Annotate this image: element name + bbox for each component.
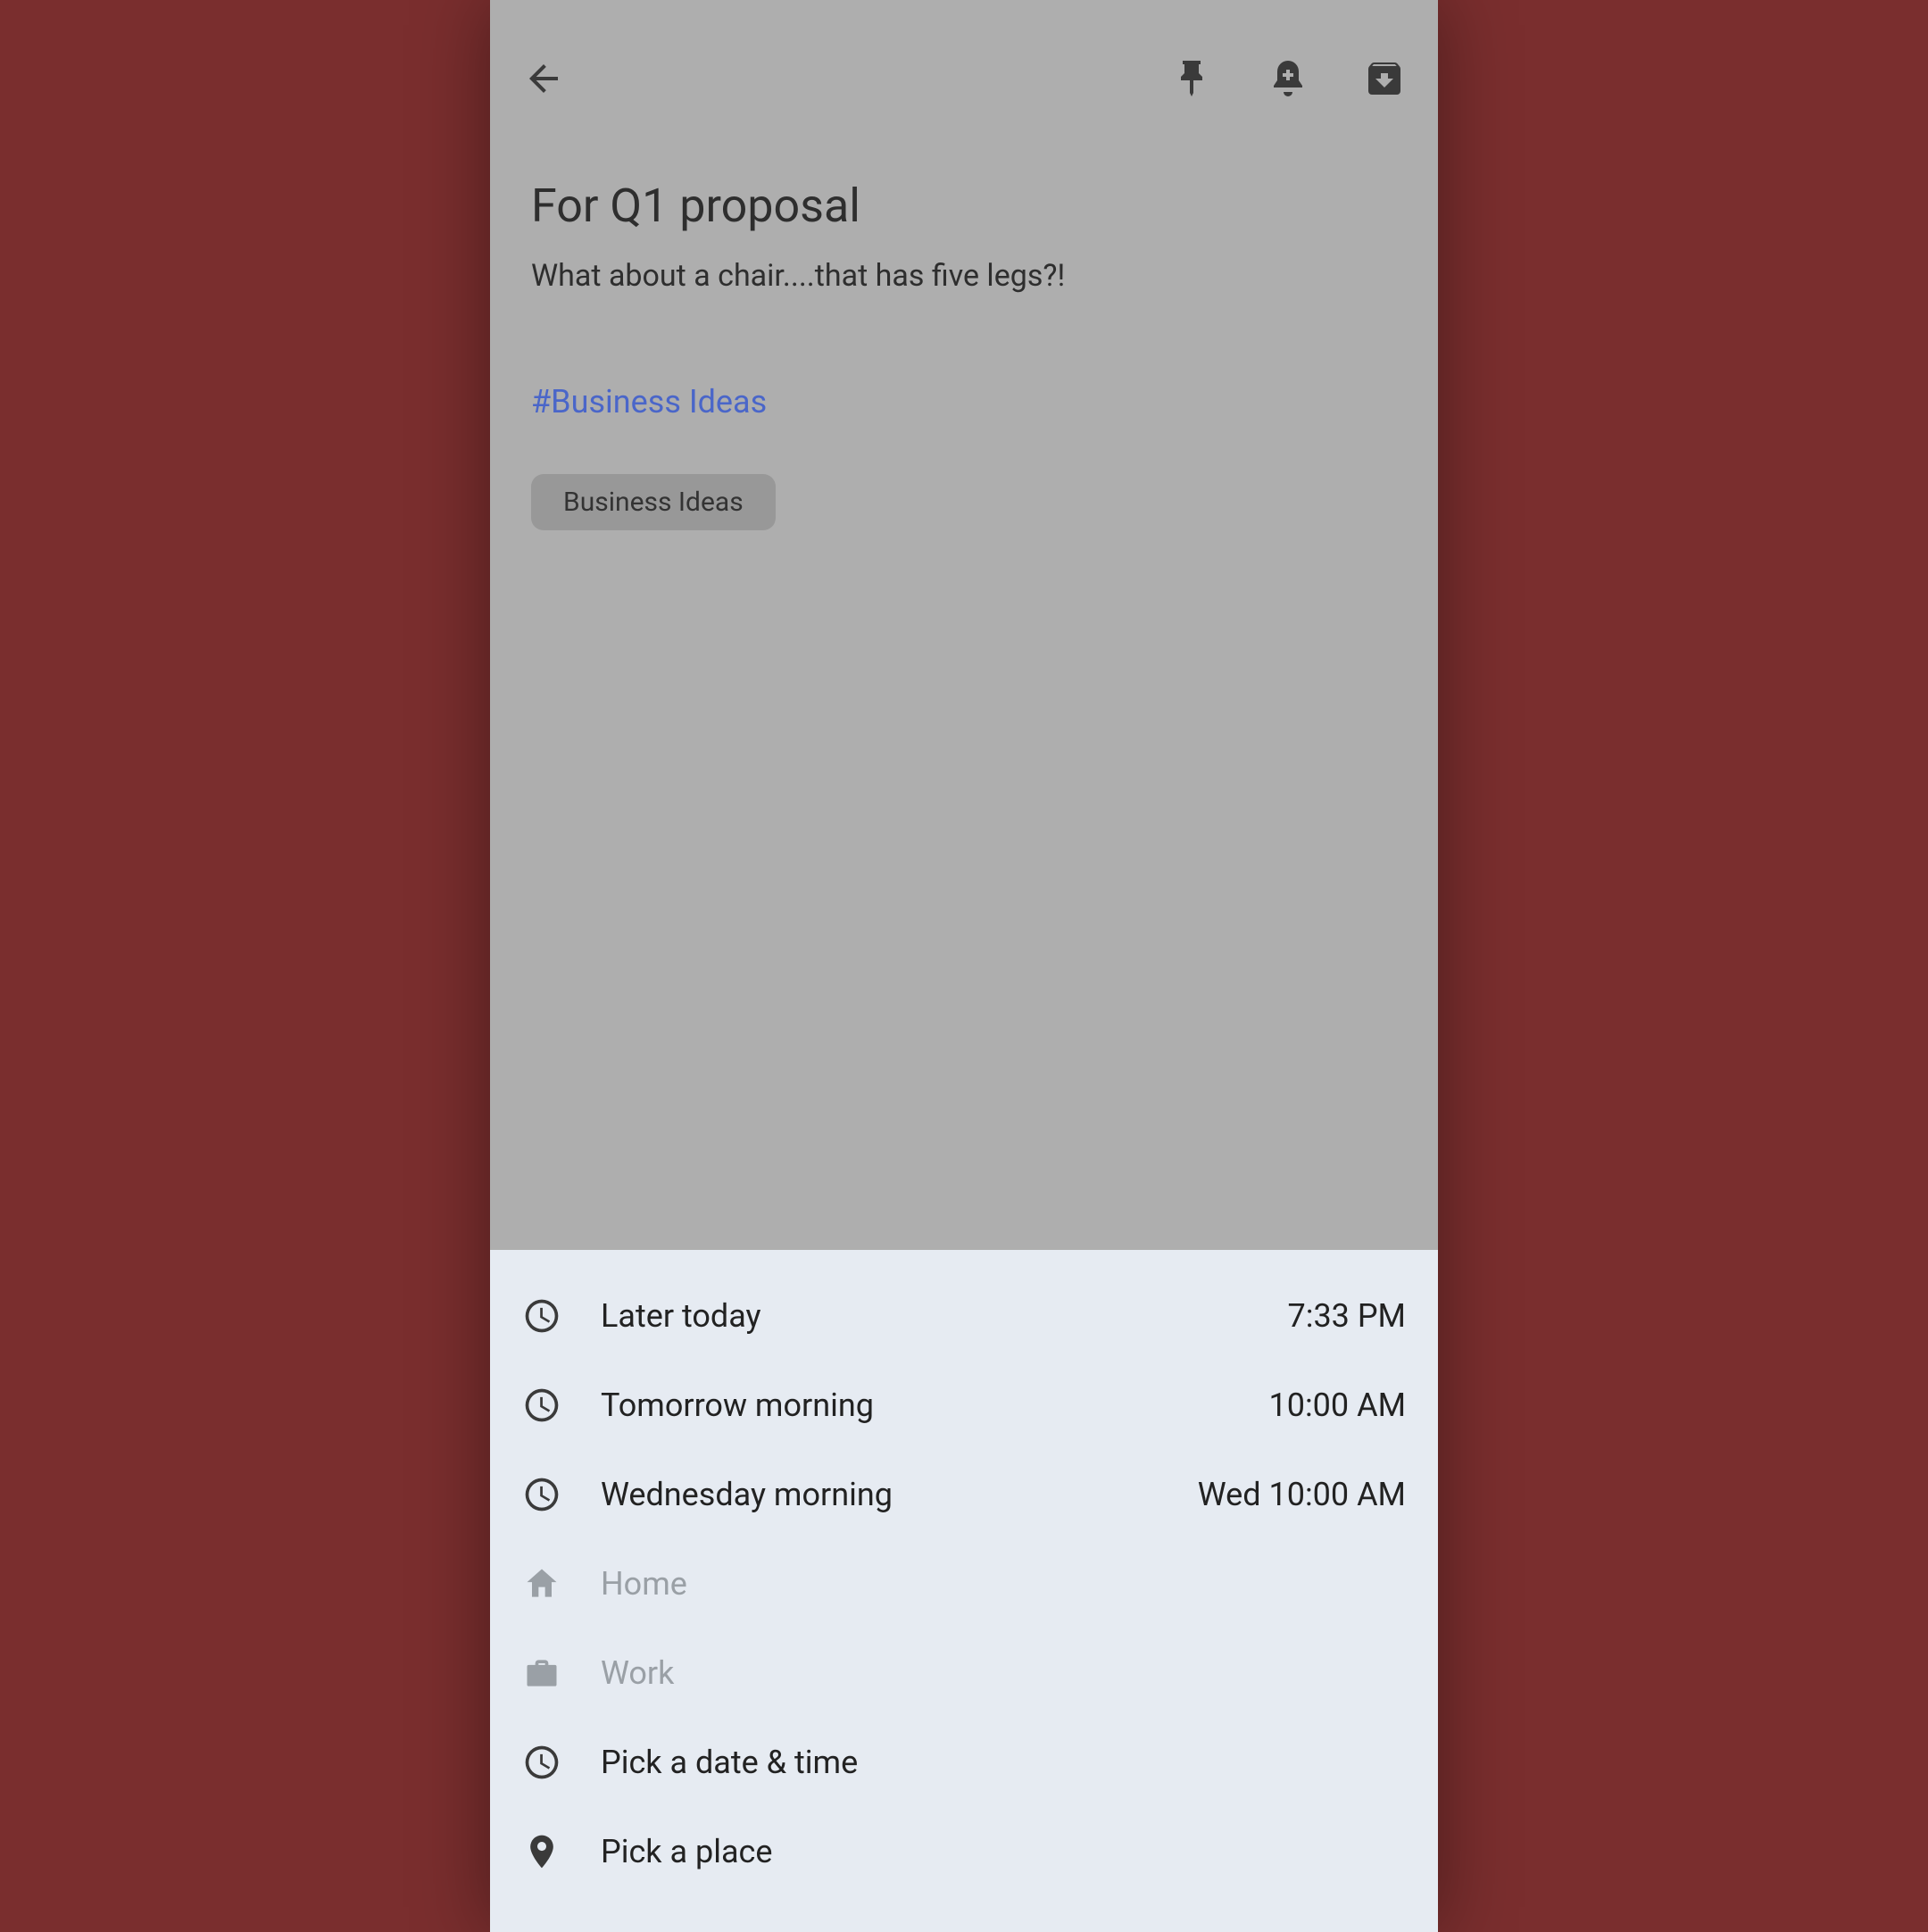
briefcase-icon <box>522 1653 561 1693</box>
reminder-option-home[interactable]: Home <box>490 1539 1438 1628</box>
clock-icon <box>522 1386 561 1425</box>
home-icon <box>522 1564 561 1603</box>
back-icon[interactable] <box>522 57 565 104</box>
note-body[interactable]: What about a chair....that has five legs… <box>531 258 1397 294</box>
option-label: Pick a date & time <box>601 1744 1406 1781</box>
option-time: 10:00 AM <box>1269 1387 1407 1424</box>
label-chip[interactable]: Business Ideas <box>531 474 776 530</box>
reminder-option-later-today[interactable]: Later today 7:33 PM <box>490 1271 1438 1361</box>
option-label: Wednesday morning <box>601 1476 1198 1513</box>
clock-icon <box>522 1743 561 1782</box>
option-label: Tomorrow morning <box>601 1387 1269 1424</box>
hashtag-link[interactable]: #Business Ideas <box>531 383 1397 421</box>
reminder-option-pick-date-time[interactable]: Pick a date & time <box>490 1718 1438 1807</box>
note-toolbar <box>490 0 1438 125</box>
device-frame: For Q1 proposal What about a chair....th… <box>490 0 1438 1932</box>
reminder-bell-icon[interactable] <box>1267 57 1309 104</box>
note-content: For Q1 proposal What about a chair....th… <box>490 125 1438 530</box>
archive-icon[interactable] <box>1363 57 1406 104</box>
option-time: Wed 10:00 AM <box>1198 1476 1406 1513</box>
option-label: Pick a place <box>601 1833 1406 1870</box>
location-pin-icon <box>522 1832 561 1871</box>
reminder-option-tomorrow-morning[interactable]: Tomorrow morning 10:00 AM <box>490 1361 1438 1450</box>
reminder-option-work[interactable]: Work <box>490 1628 1438 1718</box>
note-screen-dimmed: For Q1 proposal What about a chair....th… <box>490 0 1438 1932</box>
option-time: 7:33 PM <box>1288 1297 1407 1335</box>
option-label: Home <box>601 1565 1406 1603</box>
option-label: Later today <box>601 1297 1288 1335</box>
reminder-option-pick-place[interactable]: Pick a place <box>490 1807 1438 1896</box>
clock-icon <box>522 1296 561 1336</box>
reminder-bottom-sheet: Later today 7:33 PM Tomorrow morning 10:… <box>490 1250 1438 1932</box>
clock-icon <box>522 1475 561 1514</box>
note-title[interactable]: For Q1 proposal <box>531 179 1397 233</box>
pin-icon[interactable] <box>1170 57 1213 104</box>
reminder-option-wednesday-morning[interactable]: Wednesday morning Wed 10:00 AM <box>490 1450 1438 1539</box>
option-label: Work <box>601 1654 1406 1692</box>
